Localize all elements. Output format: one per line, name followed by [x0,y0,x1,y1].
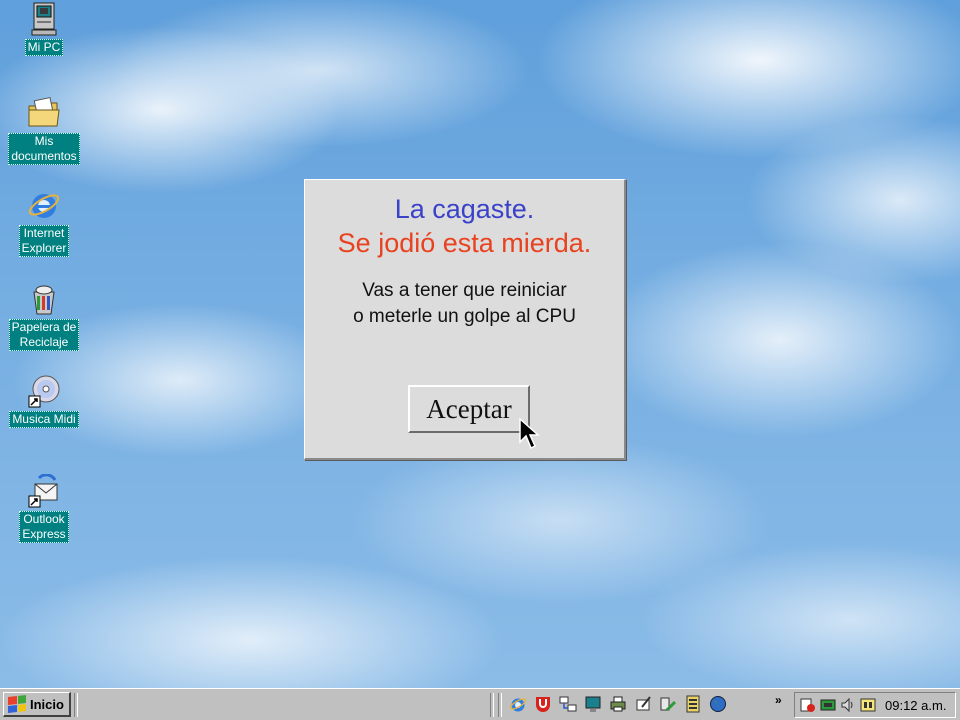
antivirus-icon[interactable] [533,694,553,714]
quick-launch-bar [508,694,728,714]
system-tray: 09:12 a.m. [794,692,956,718]
desktop-icon-internet-explorer[interactable]: Internet Explorer [4,188,84,257]
start-button[interactable]: Inicio [3,692,71,717]
tools-icon[interactable] [658,694,678,714]
quick-launch-more-chevron[interactable]: » [775,693,782,707]
speaker-tray-icon[interactable] [799,697,816,714]
internet-explorer-icon[interactable] [508,694,528,714]
dialog-title: La cagaste. [394,194,535,224]
windows-logo-icon [8,695,26,713]
dialog-message: Vas a tener que reiniciar o meterle un g… [305,278,624,330]
monitor-icon[interactable] [583,694,603,714]
recycle-bin-icon [27,282,61,316]
desktop-icon-label: Mi PC [24,39,64,56]
taskbar-separator [490,693,494,717]
task-scheduler-icon[interactable] [859,697,876,714]
desktop-icon-label: Internet Explorer [18,225,70,257]
dialog-message-line: Vas a tener que reiniciar [362,280,567,301]
ok-button[interactable]: Aceptar [408,385,530,433]
dialog-message-line: o meterle un golpe al CPU [353,306,576,327]
pen-icon[interactable] [633,694,653,714]
outlook-express-icon [27,474,61,508]
dialog-subtitle: Se jodió esta mierda. [337,228,592,258]
taskbar-clock[interactable]: 09:12 a.m. [885,698,946,713]
desktop-icon-label: Musica Midi [9,411,79,428]
printer-icon[interactable] [608,694,628,714]
desktop-icon-label: Papelera de Reciclaje [8,319,80,351]
desktop-icon-my-documents[interactable]: Mis documentos [4,96,84,165]
volume-icon[interactable] [839,697,856,714]
desktop-icon-outlook-express[interactable]: Outlook Express [4,474,84,543]
taskbar: Inicio » 09:12 a.m. [0,688,960,720]
taskbar-separator [74,693,78,717]
error-dialog: La cagaste. Se jodió esta mierda. Vas a … [304,179,626,460]
cd-music-icon [27,374,61,408]
display-tray-icon[interactable] [819,697,836,714]
desktop-icon-label: Outlook Express [19,511,69,543]
folder-documents-icon [27,96,61,130]
globe-icon[interactable] [708,694,728,714]
quick-launch-grip[interactable] [498,693,502,717]
desktop-icon-recycle-bin[interactable]: Papelera de Reciclaje [4,282,84,351]
start-label: Inicio [30,696,64,712]
internet-explorer-icon [27,188,61,222]
computer-icon [27,2,61,36]
desktop-icon-my-pc[interactable]: Mi PC [4,2,84,56]
document-icon[interactable] [683,694,703,714]
desktop-icon-label: Mis documentos [8,133,80,165]
desktop-icon-musica-midi[interactable]: Musica Midi [4,374,84,428]
network-icon[interactable] [558,694,578,714]
